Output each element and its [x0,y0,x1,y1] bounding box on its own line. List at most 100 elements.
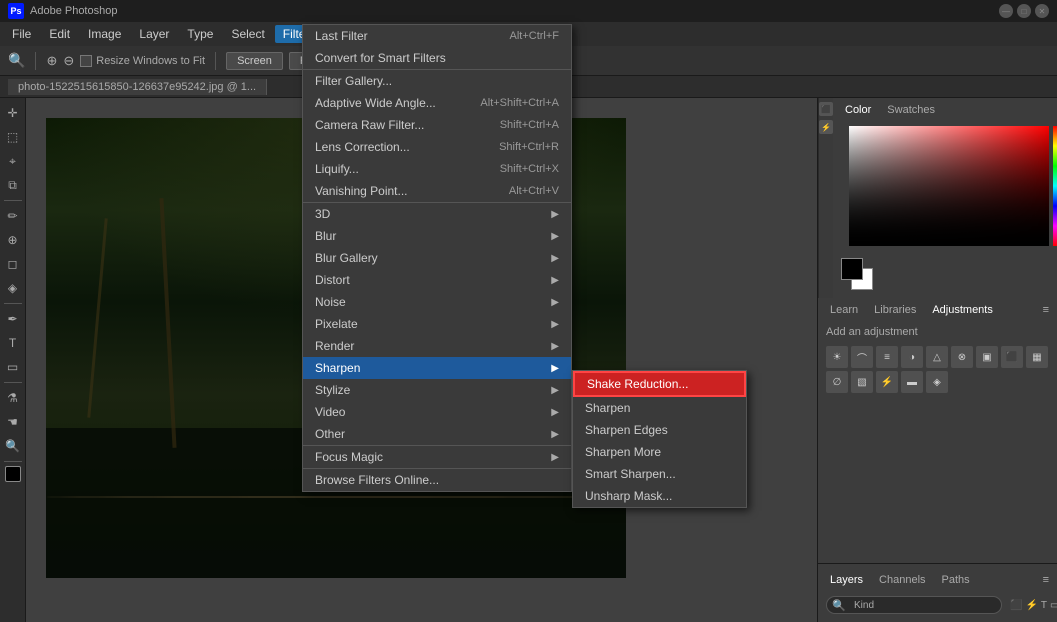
menu-camera-raw[interactable]: Camera Raw Filter... Shift+Ctrl+A [303,114,571,136]
menu-convert-smart[interactable]: Convert for Smart Filters [303,47,571,69]
tool-separator-4 [4,461,22,462]
submenu-sharpen[interactable]: Sharpen [573,397,746,419]
menu-pixelate[interactable]: Pixelate ▶ [303,313,571,335]
submenu-unsharp-mask[interactable]: Unsharp Mask... [573,485,746,507]
adj-threshold[interactable]: ⚡ [876,371,898,393]
3d-arrow: ▶ [551,209,559,220]
menu-video[interactable]: Video ▶ [303,401,571,423]
adj-hue[interactable]: ◑ [901,346,923,368]
menu-blur-gallery[interactable]: Blur Gallery ▶ [303,247,571,269]
menu-lens-correction[interactable]: Lens Correction... Shift+Ctrl+R [303,136,571,158]
submenu-sharpen-more[interactable]: Sharpen More [573,441,746,463]
adj-levels[interactable]: ≡ [876,346,898,368]
menu-edit[interactable]: Edit [41,25,78,43]
camera-raw-label: Camera Raw Filter... [315,118,424,132]
menu-type[interactable]: Type [179,25,221,43]
tab-adjustments[interactable]: Adjustments [928,302,997,318]
fg-bg-swatches[interactable] [841,258,873,290]
pen-tool[interactable]: ✒ [2,308,24,330]
menu-sharpen[interactable]: Sharpen ▶ [303,357,571,379]
menu-vanishing-point[interactable]: Vanishing Point... Alt+Ctrl+V [303,180,571,202]
brush-tool[interactable]: ✏ [2,205,24,227]
layers-filter-4[interactable]: ▭ [1050,600,1057,611]
menu-select[interactable]: Select [223,25,272,43]
menu-filter-gallery[interactable]: Filter Gallery... [303,70,571,92]
adj-invert[interactable]: ∅ [826,371,848,393]
color-gradient[interactable] [849,126,1049,246]
menu-image[interactable]: Image [80,25,129,43]
crop-tool[interactable]: ⧉ [2,174,24,196]
menu-noise[interactable]: Noise ▶ [303,291,571,313]
shape-tool[interactable]: ▭ [2,356,24,378]
fg-color[interactable] [5,466,21,482]
zoom-canvas-tool[interactable]: 🔍 [2,435,24,457]
tab-channels[interactable]: Channels [875,572,929,588]
select-tool[interactable]: ⬚ [2,126,24,148]
lasso-tool[interactable]: ⌖ [2,150,24,172]
menu-other[interactable]: Other ▶ [303,423,571,445]
menu-focus-magic[interactable]: Focus Magic ▶ [303,446,571,468]
submenu-smart-sharpen[interactable]: Smart Sharpen... [573,463,746,485]
menu-file[interactable]: File [4,25,39,43]
adj-bw[interactable]: ▣ [976,346,998,368]
tab-swatches[interactable]: Swatches [883,102,939,118]
tab-layers[interactable]: Layers [826,572,867,588]
tool-separator-2 [4,303,22,304]
adj-brightness[interactable]: ☀ [826,346,848,368]
stylize-label: Stylize [315,383,350,397]
tab-learn[interactable]: Learn [826,302,862,318]
submenu-sharpen-edges[interactable]: Sharpen Edges [573,419,746,441]
menu-blur[interactable]: Blur ▶ [303,225,571,247]
stamp-tool[interactable]: ⊕ [2,229,24,251]
hue-spectrum[interactable] [1053,126,1057,246]
fill-tool[interactable]: ◈ [2,277,24,299]
submenu-shake-reduction[interactable]: Shake Reduction... [573,371,746,397]
menu-3d[interactable]: 3D ▶ [303,203,571,225]
adj-menu-btn[interactable]: ≡ [1043,304,1049,316]
file-tab-item[interactable]: photo-1522515615850-126637e95242.jpg @ 1… [8,79,267,95]
tab-paths[interactable]: Paths [938,572,974,588]
minimize-button[interactable]: — [999,4,1013,18]
foreground-swatch[interactable] [841,258,863,280]
close-button[interactable]: ✕ [1035,4,1049,18]
hand-tool[interactable]: ☚ [2,411,24,433]
adj-gradient[interactable]: ▬ [901,371,923,393]
adj-channel[interactable]: ▦ [1026,346,1048,368]
menu-render[interactable]: Render ▶ [303,335,571,357]
menu-last-filter[interactable]: Last Filter Alt+Ctrl+F [303,25,571,47]
strip-btn-1[interactable]: ⬛ [819,102,833,116]
adj-curves[interactable]: ⌒ [851,346,873,368]
adj-poster[interactable]: ▧ [851,371,873,393]
zoom-in[interactable]: ⊕ [46,53,57,69]
tab-color[interactable]: Color [841,102,875,118]
menu-browse-filters[interactable]: Browse Filters Online... [303,469,571,491]
menu-distort[interactable]: Distort ▶ [303,269,571,291]
menu-stylize[interactable]: Stylize ▶ [303,379,571,401]
eraser-tool[interactable]: ◻ [2,253,24,275]
strip-btn-2[interactable]: ⚡ [819,120,833,134]
menu-liquify[interactable]: Liquify... Shift+Ctrl+X [303,158,571,180]
resize-windows-option[interactable]: Resize Windows to Fit [80,55,205,67]
eyedropper-tool[interactable]: ⚗ [2,387,24,409]
layers-menu-btn[interactable]: ≡ [1043,574,1049,586]
layers-filter-1[interactable]: ⬛ [1010,600,1022,611]
blur-arrow: ▶ [551,231,559,242]
lens-correction-label: Lens Correction... [315,140,410,154]
layers-search-input[interactable] [826,596,1002,614]
resize-checkbox[interactable] [80,55,92,67]
tab-libraries[interactable]: Libraries [870,302,920,318]
menu-layer[interactable]: Layer [131,25,177,43]
search-icon: 🔍 [832,599,846,612]
maximize-button[interactable]: □ [1017,4,1031,18]
adj-selective[interactable]: ◈ [926,371,948,393]
menu-adaptive-wide[interactable]: Adaptive Wide Angle... Alt+Shift+Ctrl+A [303,92,571,114]
adj-photo[interactable]: ⬛ [1001,346,1023,368]
adj-vibrance[interactable]: △ [926,346,948,368]
adj-colorbal[interactable]: ⊗ [951,346,973,368]
screen-button[interactable]: Screen [226,52,283,70]
zoom-out[interactable]: ⊖ [63,53,74,69]
type-tool[interactable]: T [2,332,24,354]
layers-filter-2[interactable]: ⚡ [1025,600,1037,611]
layers-filter-3[interactable]: T [1041,600,1047,611]
move-tool[interactable]: ✛ [2,102,24,124]
